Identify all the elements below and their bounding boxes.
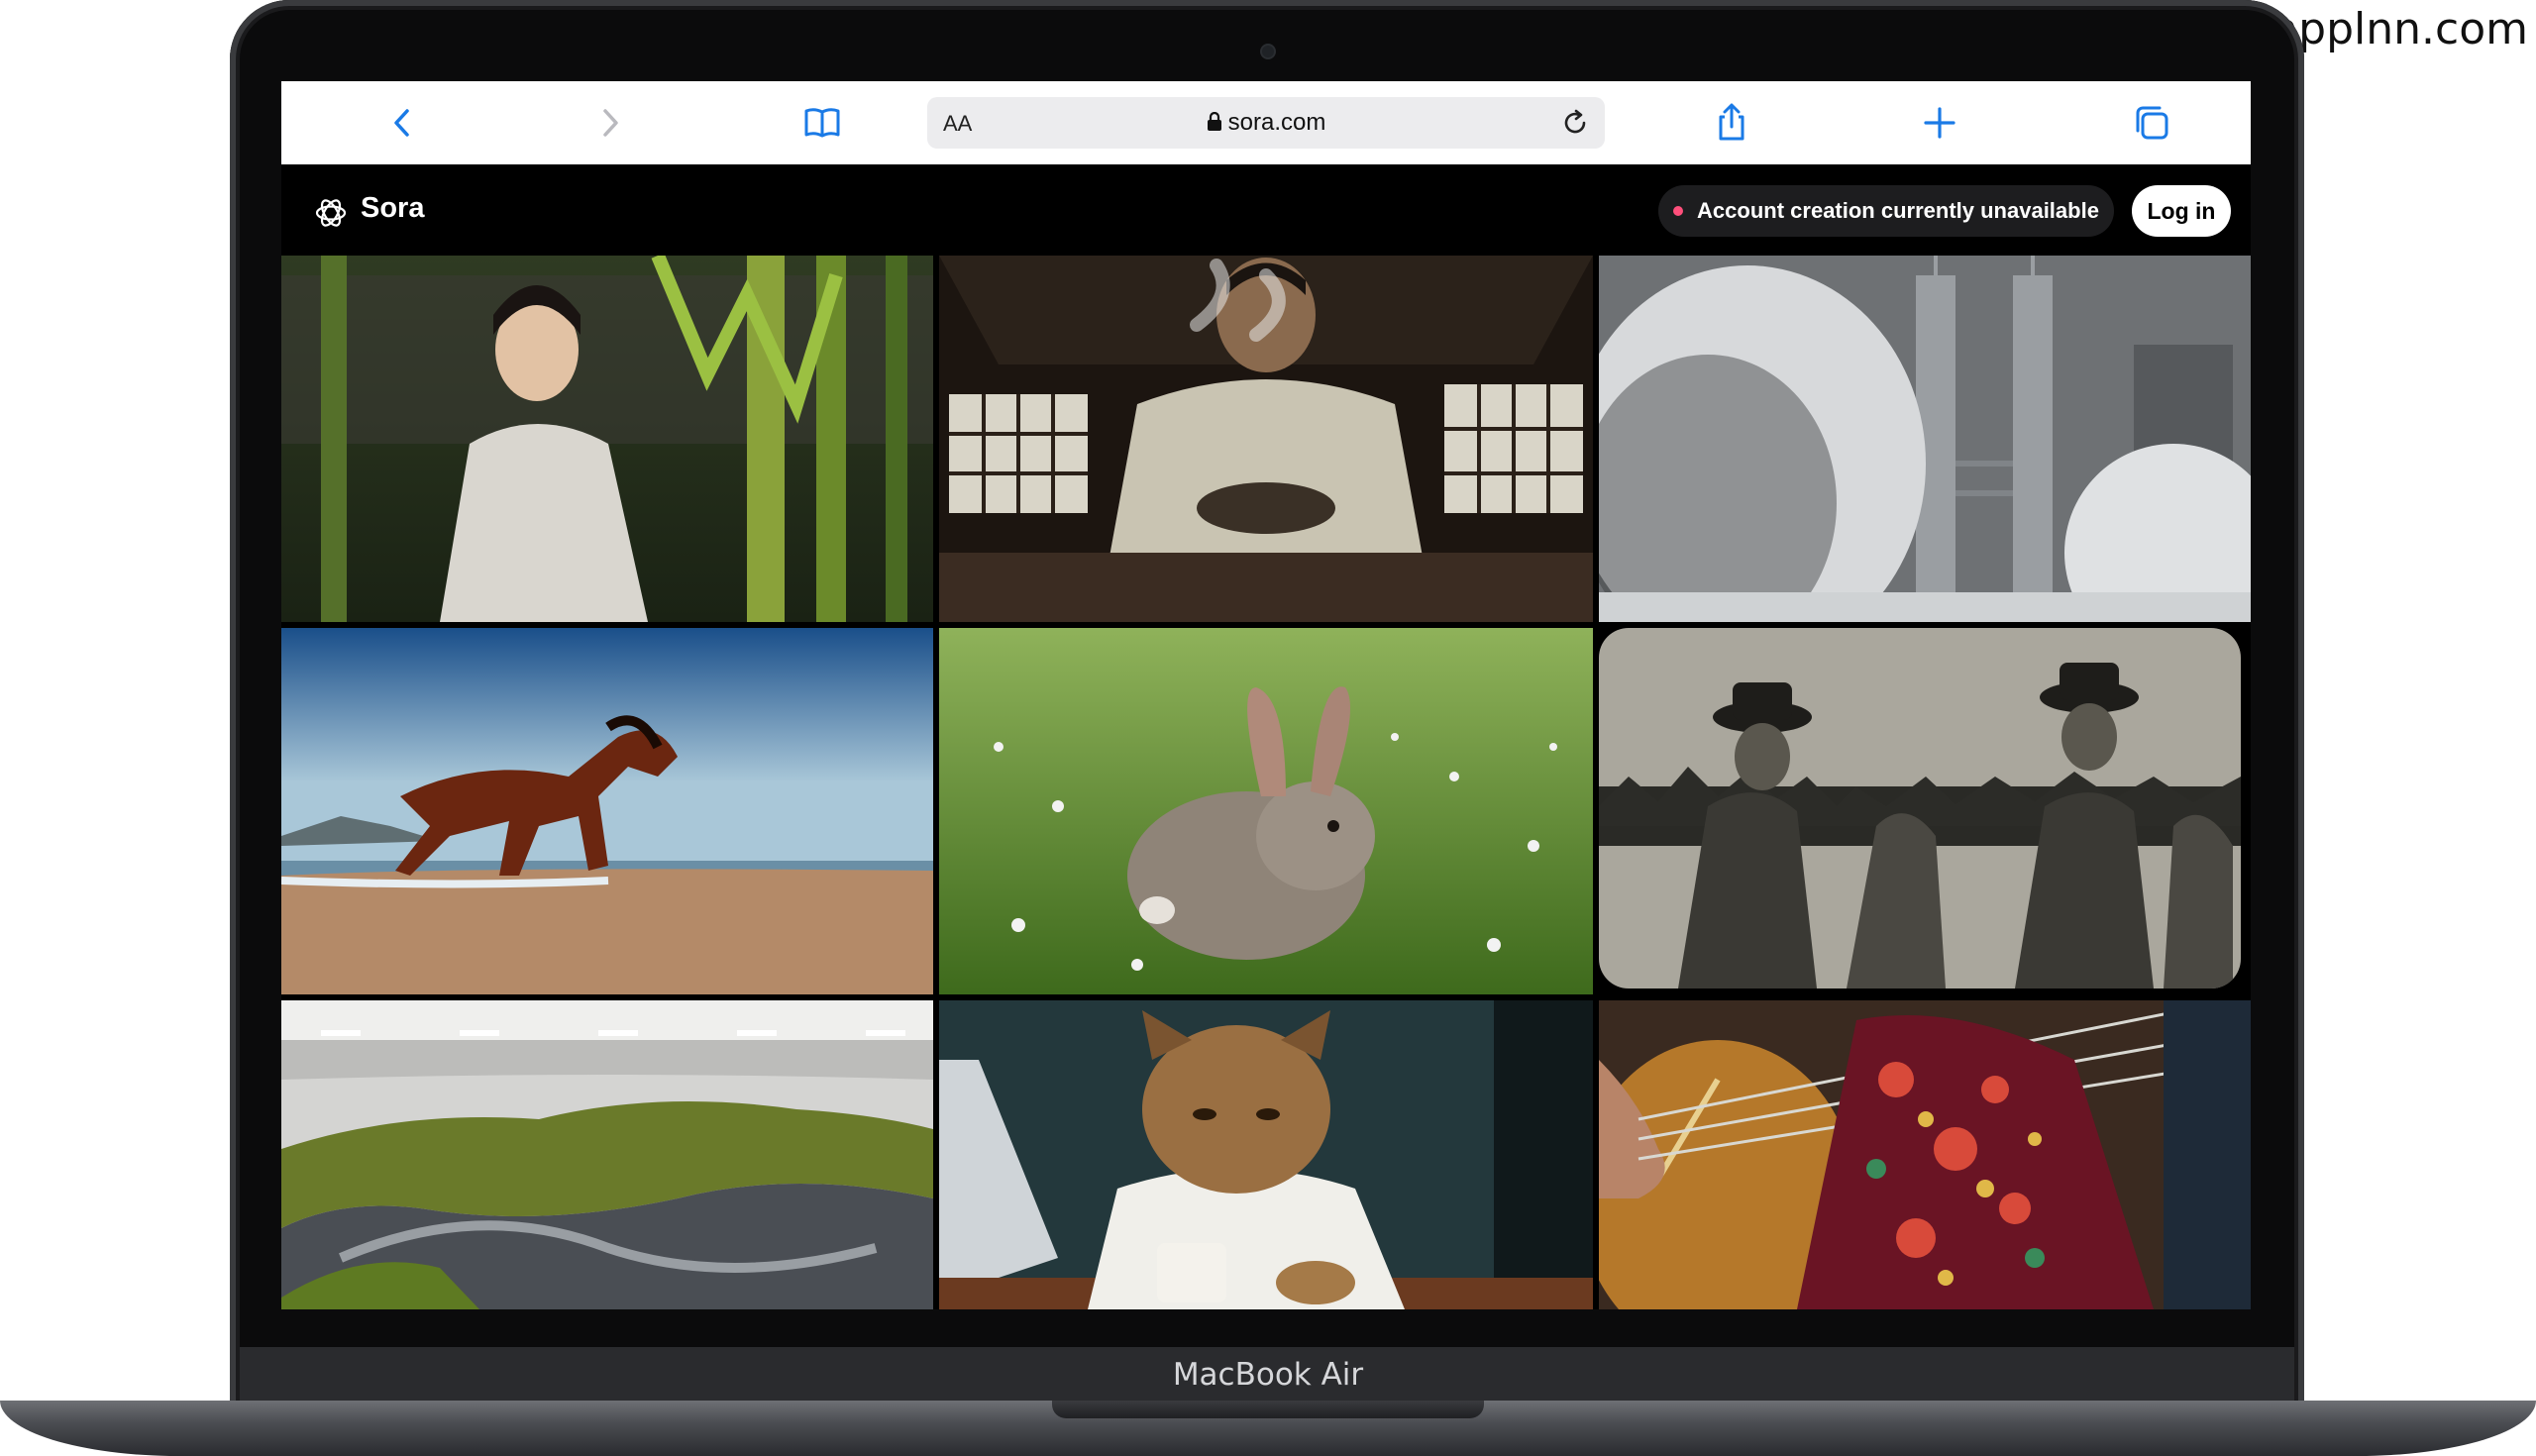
device-label: MacBook Air — [1172, 1357, 1364, 1393]
address-bar[interactable]: AA sora.com — [927, 97, 1605, 149]
gallery-tile[interactable] — [281, 1000, 933, 1309]
url-display: sora.com — [927, 109, 1605, 137]
watermark-text: applnn.com — [2272, 4, 2528, 54]
account-status-text: Account creation currently unavailable — [1697, 198, 2099, 223]
openai-logo-icon[interactable] — [313, 195, 349, 231]
gallery-tile[interactable] — [1599, 256, 2251, 622]
reload-icon[interactable] — [1559, 107, 1591, 139]
gallery-tile[interactable] — [281, 628, 933, 994]
lock-icon — [1207, 112, 1221, 131]
gallery-tile[interactable] — [939, 628, 1593, 994]
site-header: Sora Account creation currently unavaila… — [281, 164, 2251, 256]
tabs-icon[interactable] — [2130, 101, 2173, 145]
gallery-tile[interactable] — [1599, 1000, 2251, 1309]
browser-screen: AA sora.com Sora Account creation curren… — [281, 81, 2251, 1309]
browser-toolbar: AA sora.com — [281, 81, 2251, 164]
gallery-tile[interactable] — [939, 1000, 1593, 1309]
camera-icon — [1262, 46, 1274, 57]
chevron-right-icon[interactable] — [588, 101, 632, 145]
gallery-tile[interactable] — [281, 256, 933, 622]
share-icon[interactable] — [1710, 101, 1753, 145]
brand-name[interactable]: Sora — [361, 192, 424, 225]
account-status-badge: Account creation currently unavailable — [1658, 185, 2114, 237]
plus-icon[interactable] — [1918, 101, 1961, 145]
laptop-hinge-notch — [1052, 1401, 1484, 1418]
gallery-tile[interactable] — [939, 256, 1593, 622]
url-text: sora.com — [1227, 109, 1326, 136]
status-dot-icon — [1673, 206, 1684, 216]
login-button[interactable]: Log in — [2132, 185, 2231, 237]
gallery-tile[interactable] — [1599, 628, 2241, 988]
video-gallery — [281, 256, 2251, 1309]
bookmarks-icon[interactable] — [800, 101, 844, 145]
chevron-left-icon[interactable] — [380, 101, 424, 145]
